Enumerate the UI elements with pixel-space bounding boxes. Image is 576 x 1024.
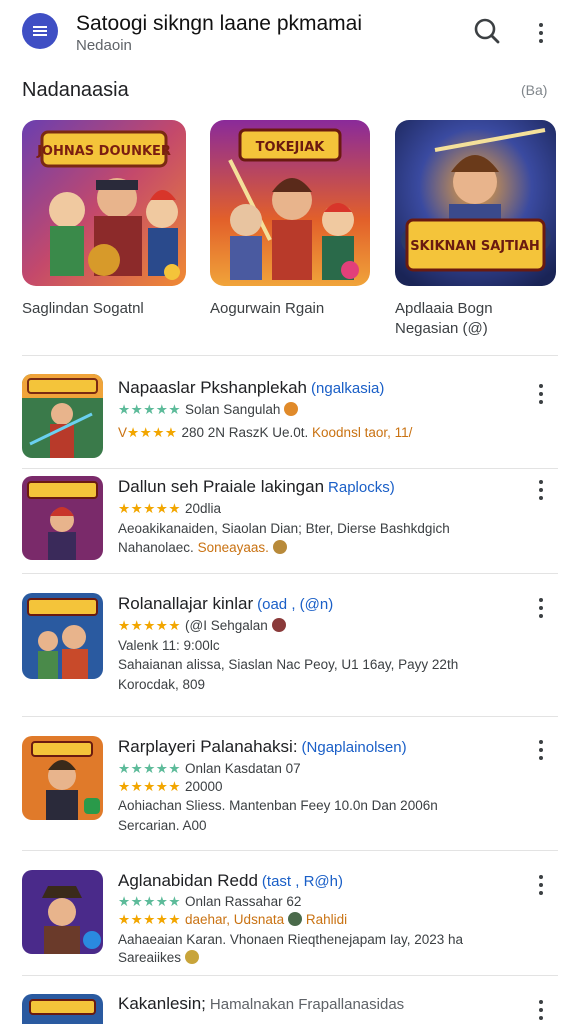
app-title: Rarplayeri Palanahaksi: (Ngaplainolsen) [118, 737, 407, 756]
featured-label-1: Saglindan Sogatnl [22, 300, 144, 317]
overflow-menu-button[interactable] [527, 16, 555, 50]
badge-icon [288, 912, 303, 926]
rating-stars: ★★★★★ [118, 912, 182, 927]
featured-banner-2: TOKEJIAK [256, 140, 326, 155]
app-meta-line: Aeoakikanaiden, Siaolan Dian; Bter, Dier… [118, 521, 450, 536]
search-icon [474, 18, 500, 44]
app-icon [22, 736, 103, 820]
more-vert-icon [539, 873, 543, 897]
badge-icon [271, 618, 286, 632]
item-more-button[interactable] [530, 380, 552, 408]
app-title: Aglanabidan Redd (tast , R@h) [118, 871, 343, 890]
app-icon [22, 593, 103, 679]
app-title: Kakanlesin; Hamalnakan Frapallanasidas [118, 994, 405, 1013]
app-meta-line: ★★★★★ Onlan Rassahar 62 [118, 894, 302, 909]
page-subtitle: Nedaoin [76, 37, 132, 54]
rating-stars: ★★★★★ [118, 894, 182, 909]
divider [22, 975, 558, 976]
item-more-button[interactable] [530, 996, 552, 1024]
search-button[interactable] [470, 14, 504, 48]
app-meta-line: Valenk 11: 9:00lc [118, 638, 220, 653]
app-tag: Raplocks) [328, 479, 395, 496]
item-more-button[interactable] [530, 736, 552, 764]
featured-image-2: TOKEJIAK [210, 120, 370, 286]
app-tag: (ngalkasia) [311, 380, 385, 397]
app-icon [22, 870, 103, 954]
app-meta-line: Nahanolaec. Soneayaas. [118, 540, 287, 555]
app-meta-line: Aohiachan Sliess. Mantenban Feey 10.0n D… [118, 798, 438, 813]
more-vert-icon [539, 21, 543, 45]
app-icon [22, 374, 103, 458]
section-title: Nadanaasia [22, 79, 129, 101]
rating-stars: ★★★★ [127, 425, 178, 440]
more-vert-icon [539, 382, 543, 406]
badge-icon [272, 540, 287, 554]
badge-icon [185, 950, 200, 964]
more-vert-icon [539, 478, 543, 502]
item-more-button[interactable] [530, 871, 552, 899]
featured-card-3[interactable]: SKIKNAN SAJTIAH Apdlaaia Bogn Negasian (… [395, 120, 556, 339]
item-more-button[interactable] [530, 594, 552, 622]
item-more-button[interactable] [530, 476, 552, 504]
app-title: Dallun seh Praiale lakingan Raplocks) [118, 477, 395, 496]
rating-stars: ★★★★★ [118, 618, 182, 633]
section-more-link[interactable]: (Ba) [521, 82, 547, 98]
menu-icon [33, 26, 47, 36]
app-title: Rolanallajar kinlar (oad , (@n) [118, 594, 334, 613]
featured-label-2: Aogurwain Rgain [210, 300, 325, 317]
divider [22, 850, 558, 851]
featured-card-2[interactable]: TOKEJIAK Aogurwain Rgain [210, 120, 370, 319]
featured-banner-1: JOHNAS DOUNKER [36, 144, 171, 159]
badge-icon [284, 402, 299, 416]
divider [22, 716, 558, 717]
featured-banner-3: SKIKNAN SAJTIAH [410, 239, 540, 254]
app-meta-line: Aahaeaian Karan. Vhonaen Rieqthenejapam … [118, 932, 464, 947]
app-meta-line: ★★★★★ 20000 [118, 779, 223, 794]
app-icon [22, 994, 103, 1024]
app-tag: (Ngaplainolsen) [301, 739, 407, 756]
app-meta-line: ★★★★★ (@I Sehgalan [118, 618, 286, 634]
app-meta-line: ★★★★★ daehar, Udsnata Rahlidi [118, 912, 348, 927]
app-meta-line: Korocdak, 809 [118, 677, 206, 692]
featured-label-3: Apdlaaia Bogn Negasian (@) [395, 300, 493, 337]
app-tag: Hamalnakan Frapallanasidas [209, 996, 405, 1013]
featured-image-1: JOHNAS DOUNKER [22, 120, 186, 286]
app-tag: (oad , (@n) [257, 596, 334, 613]
featured-card-1[interactable]: JOHNAS DOUNKER Saglindan Sogatnl [22, 120, 186, 319]
app-tag: (tast , R@h) [261, 873, 343, 890]
page-title: Satoogi sikngn laane pkmamai [76, 12, 363, 35]
app-meta-line: ★★★★★ 20dlia [118, 501, 222, 516]
app-meta-line: Sahaianan alissa, Siaslan Nac Peoy, U1 1… [118, 657, 459, 672]
app-meta-line: V★★★★ 280 2N RaszK Ue.0t. Koodnsl taor, 1… [118, 425, 413, 440]
app-icon [22, 476, 103, 560]
rating-stars: ★★★★★ [118, 402, 182, 417]
divider [22, 468, 558, 469]
app-meta-line: Sareaiikes [118, 950, 200, 965]
featured-image-3: SKIKNAN SAJTIAH [395, 120, 556, 286]
app-header: Satoogi sikngn laane pkmamai Nedaoin [0, 0, 576, 64]
divider [22, 573, 558, 574]
rating-stars: ★★★★★ [118, 761, 182, 776]
more-vert-icon [539, 738, 543, 762]
menu-button[interactable] [22, 13, 58, 49]
rating-stars: ★★★★★ [118, 779, 182, 794]
app-meta-line: ★★★★★ Solan Sangulah [118, 402, 299, 418]
rating-stars: ★★★★★ [118, 501, 182, 516]
app-title: Napaaslar Pkshanplekah (ngalkasia) [118, 378, 385, 397]
more-vert-icon [539, 998, 543, 1022]
app-meta-line: Sercarian. A00 [118, 818, 207, 833]
app-meta-line: ★★★★★ Onlan Kasdatan 07 [118, 761, 301, 776]
more-vert-icon [539, 596, 543, 620]
divider [22, 355, 558, 356]
